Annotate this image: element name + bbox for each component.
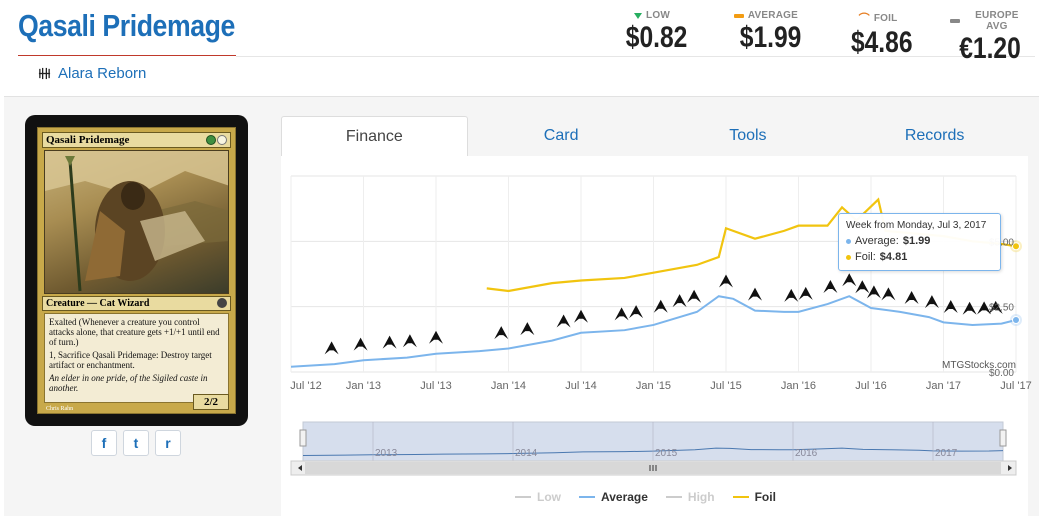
- legend-label: Foil: [754, 490, 776, 504]
- x-tick-label: Jul '13: [420, 380, 451, 392]
- series-average-point: [1012, 315, 1020, 324]
- x-tick-label: Jan '17: [926, 380, 961, 392]
- chart-legend: Low Average High Foil: [515, 490, 776, 504]
- x-axis: Jul '12 Jan '13 Jul '13 Jan '14 Jul '14 Jan '…: [290, 380, 1031, 392]
- tooltip-foil-value: $4.81: [879, 251, 908, 263]
- chart-tooltip: Week from Monday, Jul 3, 2017 Average: $…: [838, 213, 1001, 271]
- x-tick-label: Jul '14: [565, 380, 596, 392]
- set-symbol-icon: [823, 280, 838, 294]
- x-tick-label: Jul '15: [710, 380, 741, 392]
- legend-item-foil[interactable]: Foil: [732, 490, 776, 504]
- x-tick-label: Jul '12: [290, 380, 321, 392]
- set-symbol-icon: [904, 290, 919, 304]
- x-tick-label: Jan '13: [346, 380, 381, 392]
- set-symbol-icon: [962, 301, 977, 315]
- legend-item-average[interactable]: Average: [579, 490, 648, 504]
- set-symbol-icon: [353, 337, 368, 351]
- tooltip-header: Week from Monday, Jul 3, 2017: [846, 220, 987, 231]
- set-symbol-icon: [748, 287, 762, 301]
- legend-label: Low: [537, 490, 561, 504]
- navigator-year-label: 2017: [935, 448, 958, 459]
- legend-swatch: [665, 496, 682, 498]
- set-release-markers: [324, 273, 1003, 355]
- set-symbol-icon: [614, 307, 629, 321]
- tooltip-foil-label: Foil:: [855, 251, 876, 263]
- legend-swatch: [579, 496, 595, 498]
- set-symbol-icon: [324, 341, 339, 355]
- set-symbol-icon: [402, 334, 417, 348]
- legend-label: Average: [601, 490, 648, 504]
- chart-navigator: 2013 2014 2015 2016 2017: [290, 421, 1017, 476]
- foil-dot-icon: [846, 254, 851, 260]
- set-symbol-icon: [382, 335, 397, 349]
- set-symbol-icon: [855, 280, 870, 294]
- x-tick-label: Jan '15: [636, 380, 671, 392]
- legend-swatch: [732, 496, 749, 498]
- set-symbol-icon: [881, 287, 896, 301]
- set-symbol-icon: [798, 286, 813, 300]
- y-tick-label: $2.50: [989, 303, 1014, 314]
- set-symbol-icon: [520, 322, 535, 336]
- legend-item-low[interactable]: Low: [515, 490, 561, 504]
- tooltip-average-value: $1.99: [902, 235, 931, 247]
- navigator-left-handle[interactable]: [299, 429, 307, 447]
- navigator-year-label: 2015: [655, 448, 678, 459]
- navigator-year-label: 2014: [515, 448, 538, 459]
- average-dot-icon: [846, 238, 851, 244]
- legend-label: High: [687, 490, 715, 504]
- x-tick-label: Jul '17: [1000, 380, 1031, 392]
- x-tick-label: Jul '16: [855, 380, 886, 392]
- tooltip-foil-row: Foil: $4.81: [846, 251, 993, 263]
- set-symbol-icon: [687, 289, 702, 303]
- x-tick-label: Jan '16: [781, 380, 816, 392]
- legend-item-high[interactable]: High: [665, 490, 715, 504]
- x-tick-label: Jan '14: [491, 380, 526, 392]
- navigator-year-label: 2013: [375, 448, 398, 459]
- legend-swatch: [515, 496, 531, 498]
- tooltip-average-row: Average: $1.99: [846, 235, 993, 247]
- tooltip-average-label: Average:: [855, 235, 899, 247]
- set-symbol-icon: [672, 294, 687, 308]
- set-symbol-icon: [784, 288, 799, 302]
- set-symbol-icon: [842, 273, 857, 287]
- set-symbol-icon: [494, 326, 509, 340]
- navigator-right-handle[interactable]: [999, 429, 1007, 447]
- chart-grid: [290, 175, 1017, 373]
- set-symbol-icon: [866, 285, 881, 299]
- navigator-year-label: 2016: [795, 448, 818, 459]
- set-symbol-icon: [556, 314, 571, 328]
- chart-watermark: MTGStocks.com: [942, 360, 1016, 371]
